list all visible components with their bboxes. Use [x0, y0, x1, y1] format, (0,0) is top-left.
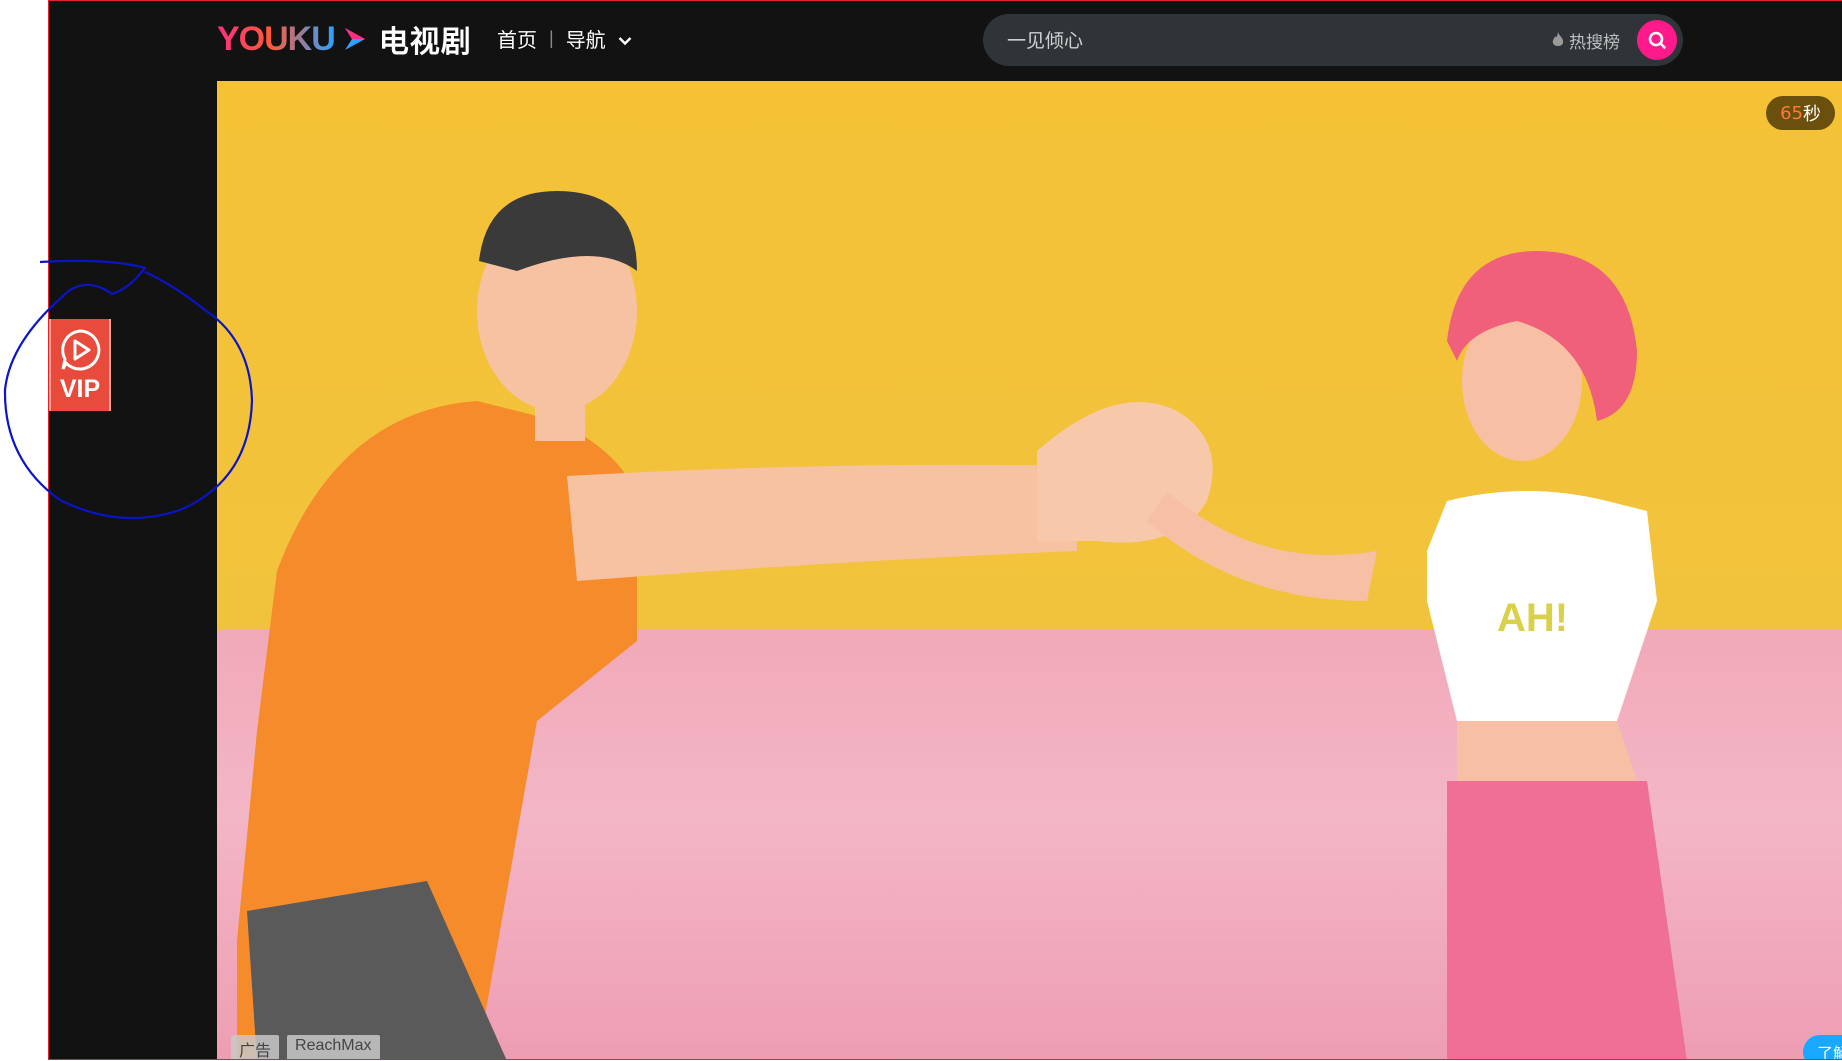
- search-icon: [1648, 31, 1666, 49]
- search-button[interactable]: [1637, 20, 1677, 60]
- hot-search-link[interactable]: 热搜榜: [1551, 27, 1620, 53]
- ad-tag: ReachMax: [287, 1035, 380, 1059]
- chevron-down-icon: [618, 37, 632, 46]
- nav-navigation[interactable]: 导航: [566, 24, 632, 53]
- svg-text:AH!: AH!: [1497, 596, 1568, 640]
- vip-sidebar-badge[interactable]: VIP: [49, 319, 111, 411]
- nav-navigation-label: 导航: [565, 27, 606, 52]
- play-chat-icon: [61, 328, 101, 370]
- top-header: YOUKU 电视剧 首页 | 导航 热搜榜: [49, 1, 1842, 79]
- channel-title: 电视剧: [378, 25, 472, 60]
- youku-app: YOUKU 电视剧 首页 | 导航 热搜榜: [48, 0, 1842, 1060]
- logo-play-icon: [344, 28, 365, 50]
- hot-search-label: 热搜榜: [1569, 32, 1620, 53]
- vip-label: VIP: [59, 374, 101, 403]
- nav-home[interactable]: 首页: [497, 24, 537, 53]
- flame-icon: [1552, 32, 1564, 46]
- ad-tags: 广告 ReachMax: [231, 1035, 380, 1059]
- ad-video-frame: AH!: [237, 191, 1687, 1059]
- learn-more-button[interactable]: 了解: [1803, 1035, 1842, 1060]
- countdown-number: 65: [1780, 102, 1803, 124]
- countdown-unit: 秒: [1803, 104, 1821, 125]
- ad-video-player[interactable]: AH! 65秒 广告 ReachMax 了解: [217, 81, 1842, 1060]
- logo-text: YOUKU: [217, 19, 336, 58]
- ad-tag: 广告: [231, 1035, 280, 1059]
- nav-separator: |: [549, 27, 554, 48]
- search-bar: 热搜榜: [983, 14, 1683, 66]
- youku-logo[interactable]: YOUKU 电视剧: [217, 17, 472, 61]
- learn-more-label: 了解: [1817, 1044, 1842, 1060]
- top-nav: 首页 | 导航: [497, 23, 632, 53]
- search-input[interactable]: [1005, 22, 1529, 60]
- ad-countdown: 65 秒: [1766, 96, 1835, 130]
